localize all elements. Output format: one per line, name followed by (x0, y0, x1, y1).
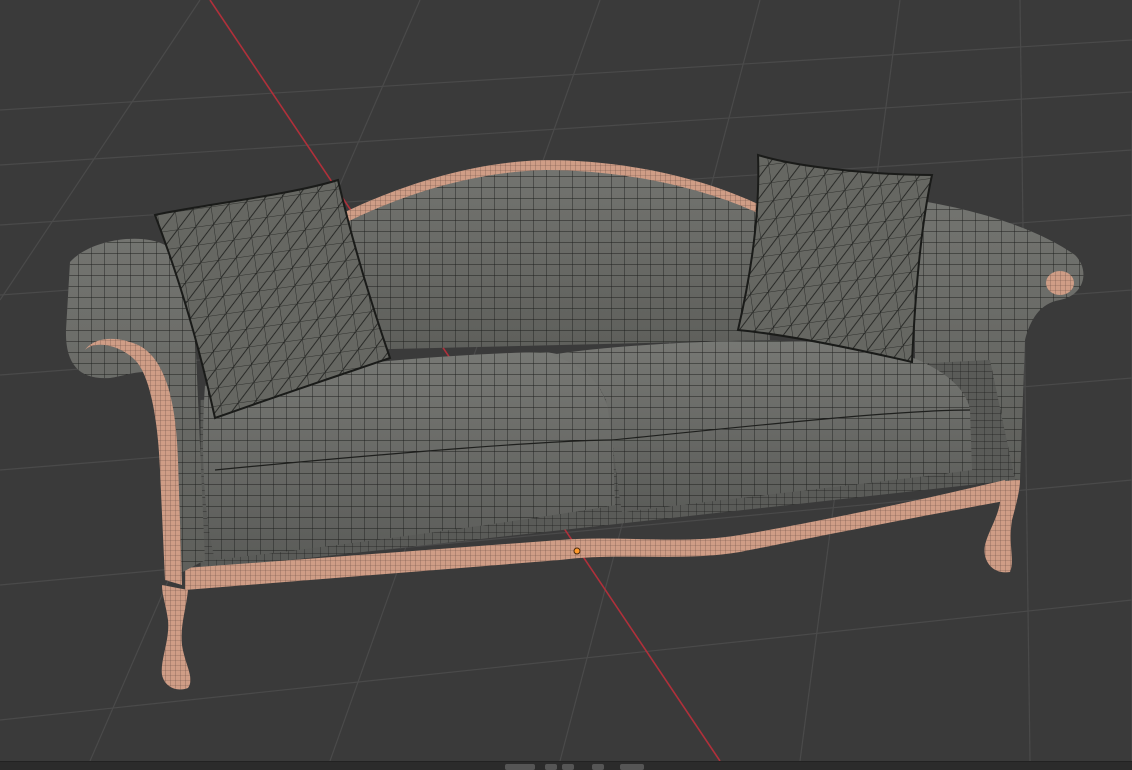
scroll-handle[interactable] (505, 764, 535, 770)
object-origin-marker (573, 547, 581, 555)
sofa-backrest (345, 160, 770, 350)
viewport-button-2[interactable] (562, 764, 574, 770)
viewport-button-4[interactable] (620, 764, 644, 770)
sofa-arm-left (65, 238, 205, 690)
viewport-scene (0, 0, 1132, 761)
viewport-button-1[interactable] (545, 764, 557, 770)
pillow-right (736, 153, 934, 364)
viewport-button-3[interactable] (592, 764, 604, 770)
3d-viewport[interactable] (0, 0, 1132, 769)
